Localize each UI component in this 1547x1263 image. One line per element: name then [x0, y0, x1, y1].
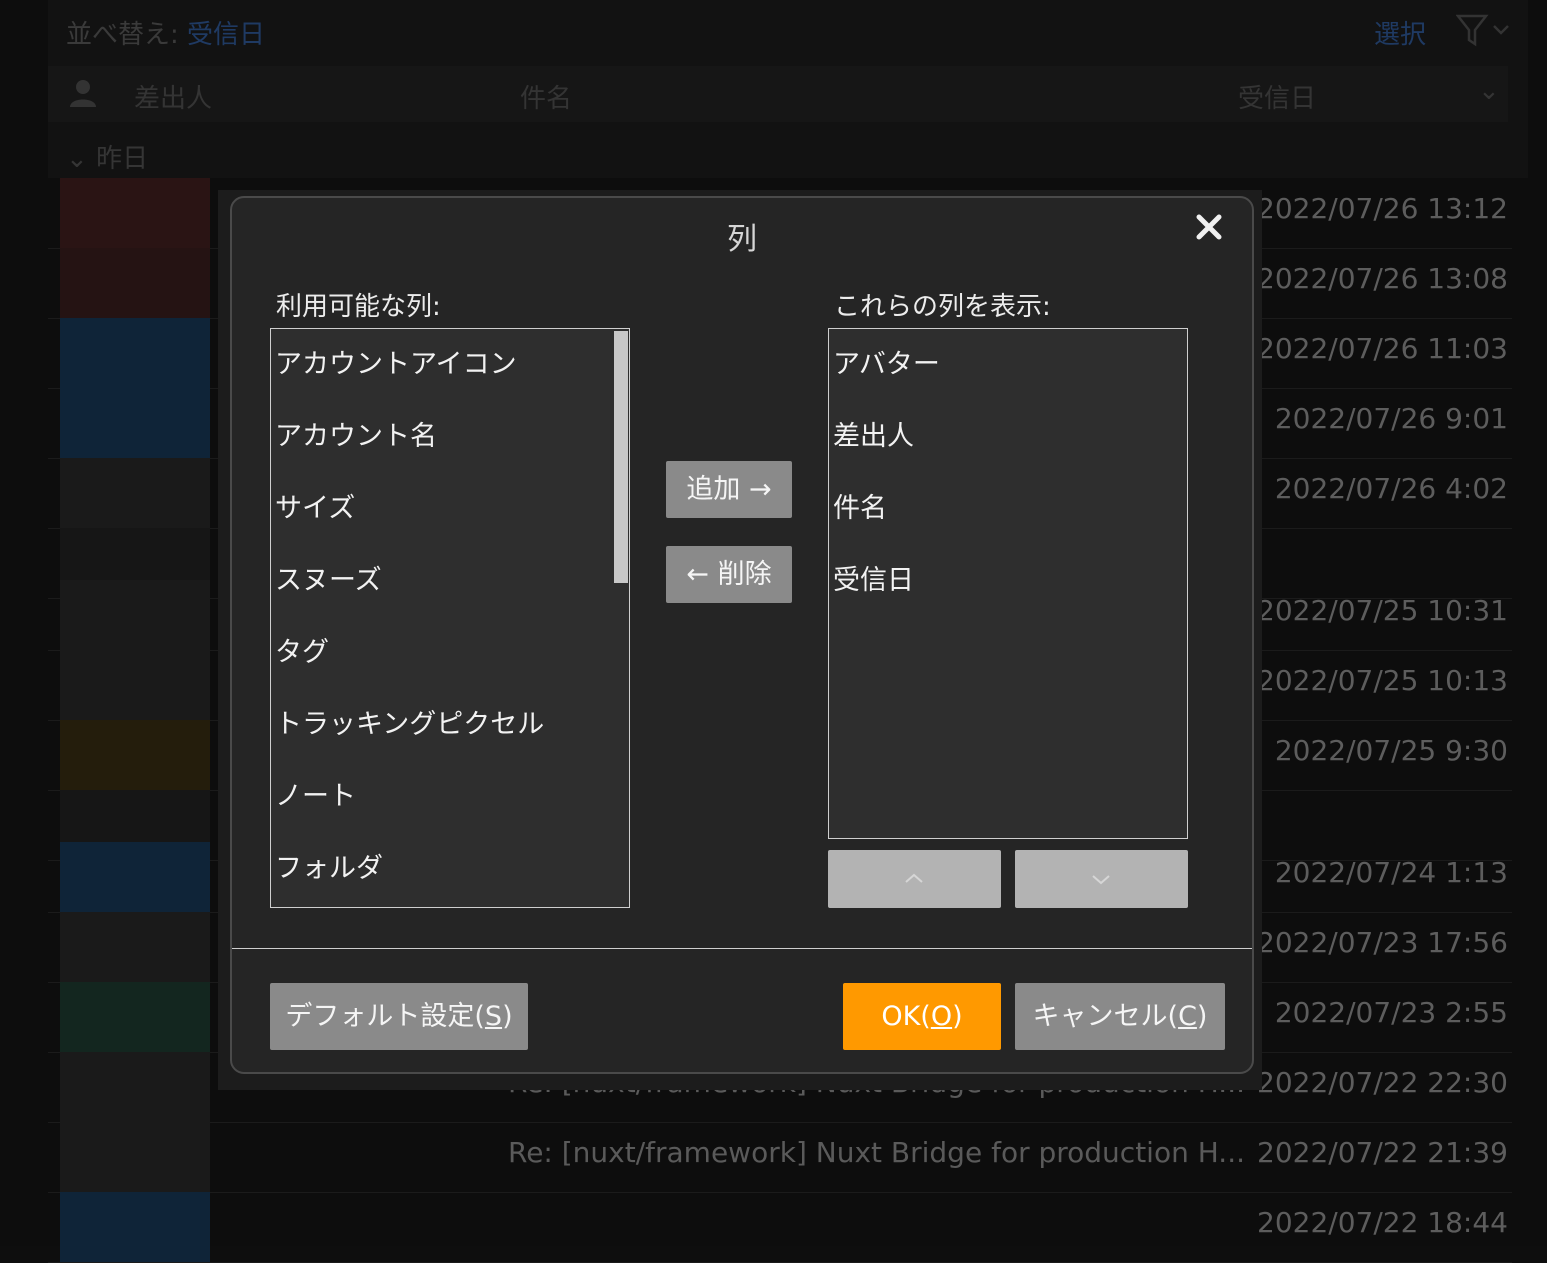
list-item[interactable]: 件名 [829, 473, 1187, 545]
avatar [60, 720, 210, 790]
avatar [60, 178, 210, 248]
default-button-key: S [484, 1001, 503, 1032]
list-item[interactable]: アバター [829, 329, 1187, 401]
list-item[interactable]: ノート [271, 761, 629, 833]
column-received[interactable]: 受信日 [1238, 78, 1316, 115]
list-item[interactable]: トラッキングピクセル [271, 689, 629, 761]
avatar [60, 1122, 210, 1192]
chevron-down-icon: ⌄ [66, 144, 88, 174]
row-subject: Re: [nuxt/framework] Nuxt Bridge for pro… [508, 1136, 1245, 1169]
group-label: 昨日 [96, 144, 149, 174]
row-date: 2022/07/26 4:02 [1274, 472, 1508, 505]
scrollbar-thumb[interactable] [614, 331, 628, 583]
avatar [60, 458, 210, 528]
chevron-down-icon[interactable]: ⌄ [1478, 76, 1500, 106]
row-date: 2022/07/22 18:44 [1257, 1206, 1508, 1239]
dialog-divider [232, 948, 1252, 949]
row-date: 2022/07/23 17:56 [1257, 926, 1508, 959]
avatar [60, 580, 210, 650]
row-date: 2022/07/23 2:55 [1274, 996, 1508, 1029]
avatar [60, 318, 210, 388]
default-button-label: デフォルト設定( [285, 1001, 485, 1032]
move-down-button[interactable] [1015, 850, 1188, 908]
ok-button-paren: ) [952, 1001, 963, 1032]
list-item[interactable]: 受信日 [829, 545, 1187, 617]
scrollbar[interactable] [613, 329, 629, 907]
available-columns-label: 利用可能な列: [276, 292, 441, 322]
list-item[interactable]: 差出人 [829, 401, 1187, 473]
shown-columns-label: これらの列を表示: [834, 292, 1051, 322]
cancel-button[interactable]: キャンセル(C) [1015, 983, 1225, 1050]
column-sender[interactable]: 差出人 [134, 78, 212, 115]
table-row[interactable]: Re: [nuxt/framework] Nuxt Bridge for pro… [48, 1122, 1512, 1193]
avatar [60, 650, 210, 720]
row-date: 2022/07/24 1:13 [1274, 856, 1508, 889]
sort-control[interactable]: 並べ替え: 受信日 [66, 14, 265, 51]
ok-button-label: OK( [881, 1001, 931, 1032]
available-columns-list[interactable]: アカウントアイコン アカウント名 サイズ スヌーズ タグ トラッキングピクセル ノート フォル… [270, 328, 630, 908]
table-row[interactable]: 2022/07/22 18:44 [48, 1192, 1512, 1263]
list-item[interactable]: アカウントアイコン [271, 329, 629, 401]
list-item[interactable]: フォルダ [271, 833, 629, 905]
add-button[interactable]: 追加 → [666, 461, 792, 518]
avatar [60, 248, 210, 318]
avatar [60, 1192, 210, 1262]
shown-columns-list[interactable]: アバター 差出人 件名 受信日 [828, 328, 1188, 839]
columns-dialog: 列 利用可能な列: これらの列を表示: アカウントアイコン アカウント名 サイズ スヌ… [230, 196, 1254, 1074]
sort-value[interactable]: 受信日 [187, 20, 265, 50]
close-icon[interactable] [1192, 210, 1226, 244]
cancel-button-paren: ) [1196, 1001, 1208, 1032]
sort-label: 並べ替え: [66, 20, 179, 50]
row-date: 2022/07/26 13:08 [1257, 262, 1508, 295]
avatar [60, 982, 210, 1052]
list-item[interactable]: タグ [271, 617, 629, 689]
row-date: 2022/07/25 9:30 [1274, 734, 1508, 767]
dialog-title: 列 [727, 222, 757, 257]
default-button-paren: ) [502, 1001, 513, 1032]
remove-button[interactable]: ← 削除 [666, 546, 792, 603]
avatar [60, 388, 210, 458]
person-icon [68, 78, 98, 108]
default-settings-button[interactable]: デフォルト設定(S) [270, 983, 528, 1050]
list-item[interactable]: スヌーズ [271, 545, 629, 617]
row-date: 2022/07/26 9:01 [1274, 402, 1508, 435]
row-date: 2022/07/26 11:03 [1257, 332, 1508, 365]
row-date: 2022/07/25 10:31 [1257, 594, 1508, 627]
move-up-button[interactable] [828, 850, 1001, 908]
group-yesterday[interactable]: ⌄ 昨日 [66, 138, 148, 175]
row-date: 2022/07/25 10:13 [1257, 664, 1508, 697]
avatar [60, 1052, 210, 1122]
row-date: 2022/07/22 22:30 [1257, 1066, 1508, 1099]
chevron-down-icon [1092, 875, 1110, 885]
chevron-up-icon [905, 873, 923, 883]
list-item[interactable]: サイズ [271, 473, 629, 545]
ok-button[interactable]: OK(O) [843, 983, 1001, 1050]
ok-button-key: O [930, 1001, 953, 1032]
avatar [60, 912, 210, 982]
avatar [60, 842, 210, 912]
cancel-button-key: C [1178, 1001, 1197, 1032]
row-date: 2022/07/26 13:12 [1257, 192, 1508, 225]
list-item[interactable]: アカウント名 [271, 401, 629, 473]
column-subject[interactable]: 件名 [520, 78, 572, 115]
row-date: 2022/07/22 21:39 [1257, 1136, 1508, 1169]
column-header-row: 差出人 件名 受信日 ⌄ [48, 66, 1508, 122]
filter-icon[interactable] [1455, 12, 1516, 48]
select-button[interactable]: 選択 [1374, 14, 1426, 51]
cancel-button-label: キャンセル( [1032, 1001, 1179, 1032]
